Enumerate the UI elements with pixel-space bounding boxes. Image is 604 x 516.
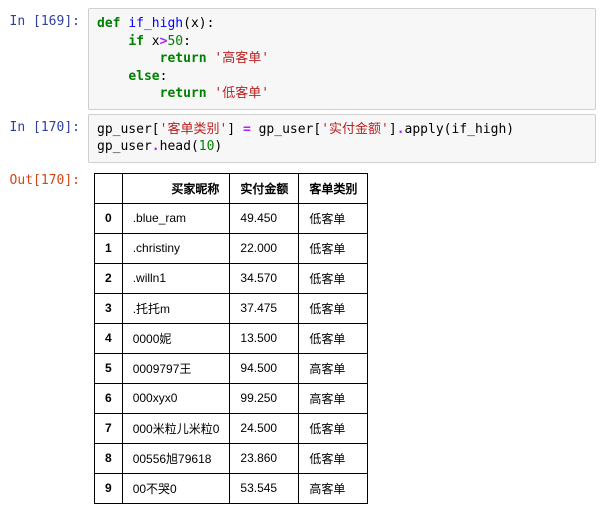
paren: ) <box>199 16 207 31</box>
cell-amount: 24.500 <box>230 413 299 443</box>
cell-amount: 99.250 <box>230 383 299 413</box>
cell-amount: 94.500 <box>230 353 299 383</box>
keyword-return: return <box>160 51 207 66</box>
table-row: 40000妮13.500低客单 <box>95 323 368 353</box>
cell-category: 低客单 <box>299 443 368 473</box>
call-args: (if_high) <box>444 122 514 137</box>
cell-category: 低客单 <box>299 263 368 293</box>
code-text: ] <box>389 122 397 137</box>
operator-eq: = <box>243 122 251 137</box>
cell-amount: 37.475 <box>230 293 299 323</box>
cell-category: 低客单 <box>299 323 368 353</box>
cell-category: 低客单 <box>299 203 368 233</box>
code-area-169[interactable]: def if_high(x): if x>50: return '高客单' el… <box>88 8 596 110</box>
cell-category: 低客单 <box>299 293 368 323</box>
row-index: 5 <box>95 353 123 383</box>
cell-name: .christiny <box>122 233 230 263</box>
string-category: '客单类别' <box>160 122 228 137</box>
input-prompt-169: In [169]: <box>8 8 88 110</box>
var: x <box>152 34 160 49</box>
row-index: 6 <box>95 383 123 413</box>
cell-amount: 13.500 <box>230 323 299 353</box>
function-name: if_high <box>128 16 183 31</box>
row-index: 9 <box>95 473 123 503</box>
table-row: 2.willn134.570低客单 <box>95 263 368 293</box>
cell-name: 000米粒儿米粒0 <box>122 413 230 443</box>
code-text: gp_user[ <box>251 122 321 137</box>
paren: ( <box>183 16 191 31</box>
table-row: 900不哭053.545高客单 <box>95 473 368 503</box>
method-apply: apply <box>405 122 444 137</box>
table-row: 0.blue_ram49.450低客单 <box>95 203 368 233</box>
number-50: 50 <box>167 34 183 49</box>
code-text: gp_user[ <box>97 122 160 137</box>
cell-name: 0000妮 <box>122 323 230 353</box>
col-header-category: 客单类别 <box>299 173 368 203</box>
cell-category: 高客单 <box>299 353 368 383</box>
row-index: 3 <box>95 293 123 323</box>
cell-name: .托托m <box>122 293 230 323</box>
row-index: 7 <box>95 413 123 443</box>
cell-amount: 49.450 <box>230 203 299 233</box>
table-row: 50009797王94.500高客单 <box>95 353 368 383</box>
output-prompt-170: Out[170]: <box>8 167 88 504</box>
colon: : <box>160 69 168 84</box>
cell-category: 高客单 <box>299 473 368 503</box>
row-index: 2 <box>95 263 123 293</box>
cell-name: 0009797王 <box>122 353 230 383</box>
code-text: gp_user <box>97 139 152 154</box>
input-prompt-170: In [170]: <box>8 114 88 163</box>
cell-category: 低客单 <box>299 233 368 263</box>
number-10: 10 <box>199 139 215 154</box>
col-header-amount: 实付金额 <box>230 173 299 203</box>
arg: x <box>191 16 199 31</box>
code-cell-170: In [170]: gp_user['客单类别'] = gp_user['实付金… <box>8 114 596 163</box>
table-row: 7000米粒儿米粒024.500低客单 <box>95 413 368 443</box>
colon: : <box>183 34 191 49</box>
cell-name: .blue_ram <box>122 203 230 233</box>
cell-category: 高客单 <box>299 383 368 413</box>
output-cell-170: Out[170]: 买家昵称 实付金额 客单类别 0.blue_ram49.45… <box>8 167 596 504</box>
dataframe-table: 买家昵称 实付金额 客单类别 0.blue_ram49.450低客单1.chri… <box>94 173 368 504</box>
table-corner <box>95 173 123 203</box>
cell-category: 低客单 <box>299 413 368 443</box>
code-text: ] <box>227 122 243 137</box>
string-low: '低客单' <box>214 86 269 101</box>
keyword-def: def <box>97 16 120 31</box>
cell-name: 00556旭79618 <box>122 443 230 473</box>
operator-dot: . <box>397 122 405 137</box>
cell-amount: 53.545 <box>230 473 299 503</box>
cell-amount: 22.000 <box>230 233 299 263</box>
paren: ) <box>214 139 222 154</box>
row-index: 0 <box>95 203 123 233</box>
string-high: '高客单' <box>214 51 269 66</box>
keyword-else: else <box>128 69 159 84</box>
keyword-if: if <box>128 34 144 49</box>
table-header-row: 买家昵称 实付金额 客单类别 <box>95 173 368 203</box>
code-area-170[interactable]: gp_user['客单类别'] = gp_user['实付金额'].apply(… <box>88 114 596 163</box>
method-head: head <box>160 139 191 154</box>
table-row: 3.托托m37.475低客单 <box>95 293 368 323</box>
cell-name: 000xyx0 <box>122 383 230 413</box>
row-index: 1 <box>95 233 123 263</box>
row-index: 4 <box>95 323 123 353</box>
table-row: 6000xyx099.250高客单 <box>95 383 368 413</box>
table-row: 1.christiny22.000低客单 <box>95 233 368 263</box>
table-row: 800556旭7961823.860低客单 <box>95 443 368 473</box>
row-index: 8 <box>95 443 123 473</box>
cell-amount: 34.570 <box>230 263 299 293</box>
string-amount: '实付金额' <box>321 122 389 137</box>
col-header-name: 买家昵称 <box>122 173 230 203</box>
paren: ( <box>191 139 199 154</box>
keyword-return: return <box>160 86 207 101</box>
colon: : <box>207 16 215 31</box>
cell-name: .willn1 <box>122 263 230 293</box>
cell-name: 00不哭0 <box>122 473 230 503</box>
code-cell-169: In [169]: def if_high(x): if x>50: retur… <box>8 8 596 110</box>
cell-amount: 23.860 <box>230 443 299 473</box>
operator-dot: . <box>152 139 160 154</box>
